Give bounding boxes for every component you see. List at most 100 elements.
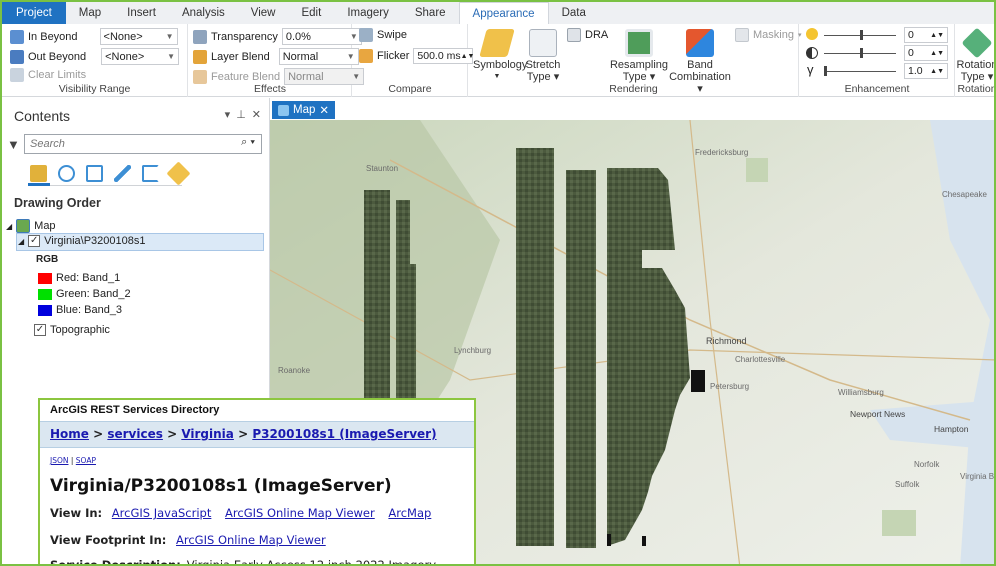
tab-map-view[interactable]: Map ✕ — [272, 101, 336, 119]
gamma-value: 1.0 — [908, 65, 923, 77]
view-in-arcmap-link[interactable]: ArcMap — [388, 506, 431, 520]
close-icon[interactable]: ✕ — [252, 108, 261, 121]
clear-limits-button[interactable]: Clear Limits — [10, 68, 86, 82]
band-blue: Blue: Band_3 — [38, 304, 122, 316]
rest-services-window: ArcGIS REST Services Directory Home > se… — [38, 398, 476, 564]
tab-project[interactable]: Project — [2, 2, 66, 24]
close-icon[interactable]: ✕ — [319, 103, 329, 117]
soap-link[interactable]: SOAP — [76, 456, 96, 465]
flicker-icon[interactable] — [359, 49, 373, 63]
rotation-type-button[interactable]: Rotation Type ▾ — [956, 27, 996, 83]
pane-menu-icon[interactable]: ▾ — [225, 108, 231, 121]
symbology-button[interactable]: Symbology ▼ — [473, 29, 528, 83]
filter-icon[interactable]: ▼ — [7, 137, 20, 152]
group-visibility-range: In Beyond <None> ▼ Out Beyond <None> ▼ Cle… — [2, 24, 188, 97]
transparency-dropdown[interactable]: 0.0% ▼ — [281, 28, 362, 45]
tools-selected-indicator — [28, 183, 50, 186]
swipe-button[interactable]: Swipe — [359, 28, 407, 42]
layer-name: Virginia\P3200108s1 — [44, 235, 146, 247]
symbology-label: Symbology — [473, 59, 528, 71]
map-icon — [16, 219, 31, 233]
place-label: Hampton — [934, 424, 969, 434]
group-title-rotation: Rotation — [957, 83, 996, 95]
ribbon-tabs: Project Map Insert Analysis View Edit Im… — [2, 2, 994, 24]
clear-limits-label: Clear Limits — [28, 69, 87, 81]
collapse-icon[interactable]: ◢ — [18, 237, 24, 246]
view-in-online-map-viewer-link[interactable]: ArcGIS Online Map Viewer — [225, 506, 375, 520]
contrast-value: 0 — [908, 47, 914, 59]
combination-text: Combination — [669, 71, 731, 83]
imagery-strip — [364, 190, 390, 405]
list-by-snapping-icon[interactable] — [142, 165, 159, 182]
tree-item-map[interactable]: ◢ Map — [6, 219, 56, 233]
swipe-icon — [359, 28, 373, 42]
band-label: Band — [687, 59, 713, 71]
group-title-effects: Effects — [254, 83, 286, 95]
topographic-visibility-checkbox[interactable]: ✓ — [34, 324, 46, 336]
tab-analysis[interactable]: Analysis — [169, 2, 238, 24]
list-by-drawing-order-icon[interactable] — [30, 165, 47, 182]
gamma-slider[interactable] — [824, 66, 896, 76]
breadcrumb-service-link[interactable]: P3200108s1 (ImageServer) — [252, 427, 436, 441]
rotation-label: Rotation — [956, 59, 996, 71]
footprint-online-map-viewer-link[interactable]: ArcGIS Online Map Viewer — [176, 533, 326, 547]
red-swatch — [38, 272, 52, 284]
view-in-javascript-link[interactable]: ArcGIS JavaScript — [112, 506, 212, 520]
search-icon[interactable]: ⌕ ▾ — [241, 136, 255, 149]
ribbon: In Beyond <None> ▼ Out Beyond <None> ▼ Cle… — [2, 24, 996, 97]
tab-imagery[interactable]: Imagery — [334, 2, 402, 24]
contents-search-input[interactable] — [24, 134, 262, 154]
brightness-slider[interactable] — [824, 30, 896, 40]
brightness-input[interactable]: 0 ▲▼ — [904, 27, 948, 43]
contrast-input[interactable]: 0 ▲▼ — [904, 45, 948, 61]
dra-button[interactable]: DRA — [567, 28, 608, 42]
resampling-type-button[interactable]: Resampling Type ▾ — [607, 29, 671, 83]
stretch-type-label: Type ▾ — [526, 71, 560, 83]
contrast-slider[interactable] — [824, 48, 896, 58]
layer-blend-row: Layer Blend Normal ▼ — [193, 48, 359, 65]
breadcrumb-home-link[interactable]: Home — [50, 427, 89, 441]
view-in-label: View In: — [50, 506, 103, 520]
tab-insert[interactable]: Insert — [114, 2, 169, 24]
transparency-row: Transparency 0.0% ▼ — [193, 28, 362, 45]
tree-item-topographic[interactable]: ✓ Topographic — [34, 324, 110, 336]
tree-item-layer[interactable]: ◢ ✓ Virginia\P3200108s1 — [18, 235, 145, 247]
masking-button[interactable]: Masking ▾ — [735, 28, 801, 42]
blue-swatch — [38, 304, 52, 316]
layer-visibility-checkbox[interactable]: ✓ — [28, 235, 41, 247]
format-links: JSON | SOAP — [50, 456, 96, 465]
breadcrumb-virginia-link[interactable]: Virginia — [181, 427, 234, 441]
map-view-label: Map — [293, 104, 316, 116]
list-by-source-icon[interactable] — [58, 165, 75, 182]
masking-label: Masking — [753, 29, 794, 41]
out-beyond-icon — [10, 49, 24, 64]
flicker-label: Flicker — [377, 50, 410, 62]
drawing-order-heading: Drawing Order — [14, 196, 101, 210]
list-by-selection-icon[interactable] — [86, 165, 103, 182]
place-label: Newport News — [850, 409, 906, 419]
layer-blend-dropdown[interactable]: Normal ▼ — [278, 48, 359, 65]
pin-icon[interactable]: ⊥ — [236, 108, 246, 121]
breadcrumb-separator: > — [162, 427, 182, 441]
breadcrumb-services-link[interactable]: services — [107, 427, 163, 441]
tab-appearance[interactable]: Appearance — [458, 2, 549, 24]
gamma-input[interactable]: 1.0 ▲▼ — [904, 63, 948, 79]
list-by-labeling-icon[interactable] — [166, 161, 191, 186]
chevron-down-icon: ▼ — [167, 52, 176, 61]
stretch-type-button[interactable]: Stretch Type ▾ — [523, 29, 563, 83]
tab-view[interactable]: View — [238, 2, 289, 24]
out-beyond-dropdown[interactable]: <None> ▼ — [101, 48, 180, 65]
flicker-rate-input[interactable]: 500.0 ms ▲▼ — [413, 48, 474, 64]
tab-share[interactable]: Share — [402, 2, 459, 24]
collapse-icon[interactable]: ◢ — [6, 222, 12, 231]
tab-data[interactable]: Data — [549, 2, 599, 24]
rotation-icon — [961, 27, 993, 59]
in-beyond-dropdown[interactable]: <None> ▼ — [99, 28, 178, 45]
tab-map[interactable]: Map — [66, 2, 114, 24]
tools-divider — [30, 185, 182, 186]
json-link[interactable]: JSON — [50, 456, 69, 465]
imagery-strip — [516, 148, 554, 546]
in-beyond-label: In Beyond — [28, 30, 78, 43]
tab-edit[interactable]: Edit — [288, 2, 334, 24]
list-by-editing-icon[interactable] — [114, 165, 131, 182]
